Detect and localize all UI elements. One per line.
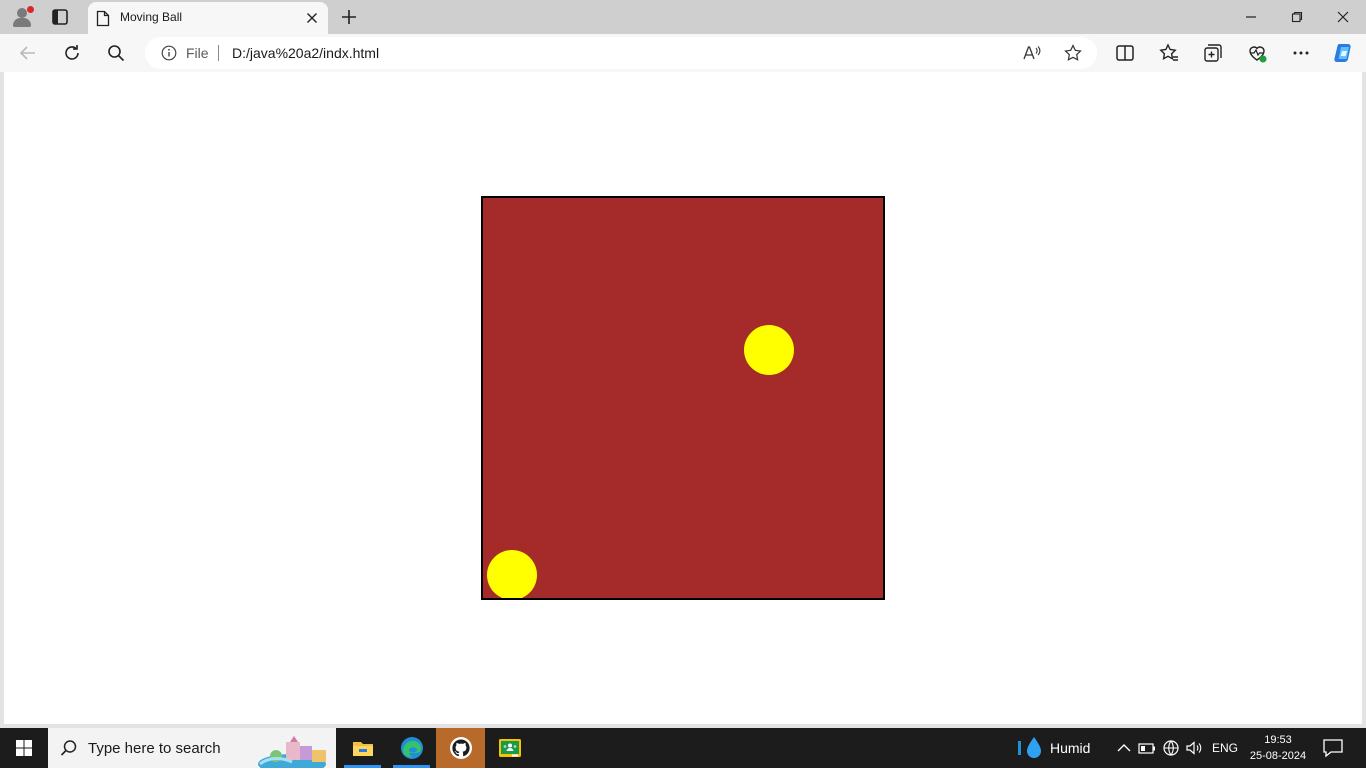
info-icon[interactable] xyxy=(161,45,177,61)
back-icon[interactable] xyxy=(17,42,39,64)
taskbar-github[interactable] xyxy=(436,728,485,768)
address-bar[interactable]: File D:/java%20a2/indx.html xyxy=(145,37,1097,69)
windows-icon[interactable] xyxy=(0,728,48,768)
notification-icon[interactable] xyxy=(1322,738,1344,758)
page-viewport xyxy=(4,72,1362,724)
browser-toolbar: File D:/java%20a2/indx.html xyxy=(0,34,1366,72)
taskbar-edge[interactable] xyxy=(387,728,436,768)
profile-icon[interactable] xyxy=(10,6,34,28)
collections-icon[interactable] xyxy=(1202,42,1224,64)
refresh-icon[interactable] xyxy=(61,42,83,64)
page-icon xyxy=(96,10,110,27)
window-frame-right xyxy=(1362,72,1366,726)
close-icon[interactable] xyxy=(304,10,320,26)
copilot-icon[interactable] xyxy=(1332,41,1356,65)
battery-icon[interactable] xyxy=(1137,738,1157,758)
chevron-up-icon[interactable] xyxy=(1114,738,1134,758)
performance-icon[interactable] xyxy=(1246,42,1268,64)
github-icon xyxy=(449,736,473,760)
file-explorer-icon xyxy=(351,736,375,760)
classroom-icon xyxy=(498,736,522,760)
ball-canvas xyxy=(481,196,885,600)
tab-actions-icon[interactable] xyxy=(50,7,70,27)
search-highlight-image xyxy=(256,734,334,773)
restore-icon[interactable] xyxy=(1274,0,1320,34)
language-indicator[interactable]: ENG xyxy=(1212,741,1238,755)
volume-icon[interactable] xyxy=(1184,738,1204,758)
tab-strip: Moving Ball xyxy=(0,0,1366,34)
clock-date: 25-08-2024 xyxy=(1249,750,1307,762)
network-icon[interactable] xyxy=(1161,738,1181,758)
address-separator xyxy=(218,45,219,61)
clock[interactable]: 19:53 25-08-2024 xyxy=(1244,732,1312,764)
ball-1 xyxy=(744,325,794,375)
weather-label: Humid xyxy=(1050,740,1091,756)
more-icon[interactable] xyxy=(1290,42,1312,64)
url-text[interactable]: D:/java%20a2/indx.html xyxy=(232,45,379,61)
taskbar-file-explorer[interactable] xyxy=(338,728,387,768)
taskbar-search[interactable]: Type here to search xyxy=(48,728,336,773)
search-placeholder: Type here to search xyxy=(88,740,221,757)
plus-icon[interactable] xyxy=(338,6,360,28)
search-icon[interactable] xyxy=(105,42,127,64)
taskbar-search-icon xyxy=(60,739,78,757)
minimize-icon[interactable] xyxy=(1228,0,1274,34)
star-icon[interactable] xyxy=(1064,44,1082,62)
scheme-label[interactable]: File xyxy=(186,45,209,61)
ball-2 xyxy=(487,550,537,598)
tab-title: Moving Ball xyxy=(120,10,183,24)
read-aloud-icon[interactable] xyxy=(1023,45,1041,61)
window-close-icon[interactable] xyxy=(1320,0,1366,34)
split-screen-icon[interactable] xyxy=(1114,42,1136,64)
favorites-icon[interactable] xyxy=(1158,42,1180,64)
edge-icon xyxy=(400,736,424,760)
active-tab[interactable]: Moving Ball xyxy=(88,2,328,34)
taskbar-classroom[interactable] xyxy=(485,728,534,768)
water-drop-icon xyxy=(1018,737,1041,758)
taskbar: Type here to search Humid ENG 19:53 25-0… xyxy=(0,728,1366,773)
clock-time: 19:53 xyxy=(1264,734,1292,746)
weather-widget[interactable]: Humid xyxy=(1014,735,1100,761)
